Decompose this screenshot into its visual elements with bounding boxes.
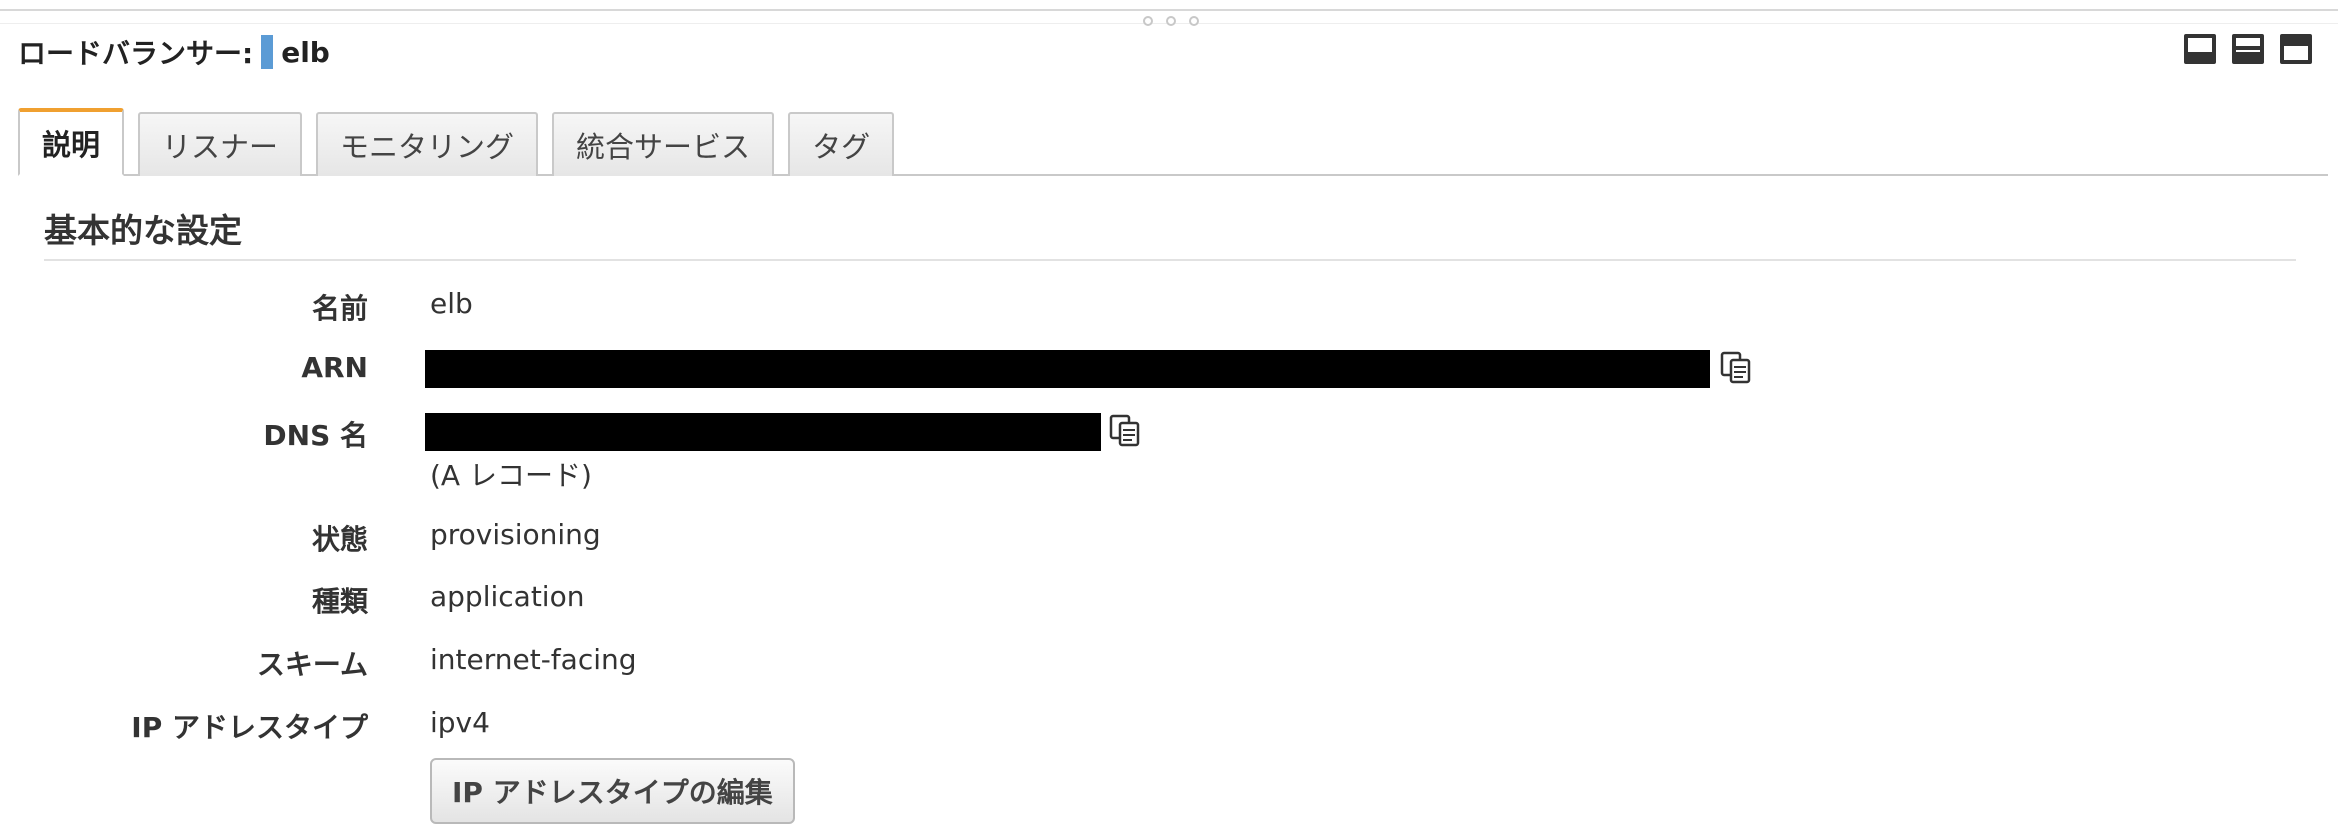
load-balancer-detail-panel: ロードバランサー: elb 説明 リスナー モニタリング 統合サービス タグ 基… [0,0,2338,840]
panel-bottom-icon[interactable] [2184,34,2216,64]
tab-monitoring[interactable]: モニタリング [316,112,539,176]
dns-value-redacted [425,413,1101,451]
panel-split-icon[interactable] [2232,34,2264,64]
tab-description[interactable]: 説明 [18,108,125,176]
state-value: provisioning [430,518,601,551]
edit-ip-address-type-button[interactable]: IP アドレスタイプの編集 [430,758,795,824]
panel-resize-bar[interactable] [0,9,2338,11]
state-label: 状態 [311,523,368,556]
resize-grip-icon[interactable] [1143,16,1199,26]
grip-dot [1143,16,1153,26]
section-title: 基本的な設定 [44,211,242,250]
scheme-label: スキーム [256,648,368,681]
scheme-value: internet-facing [430,643,637,676]
detail-tabs: 説明 リスナー モニタリング 統合サービス タグ [18,108,2328,176]
dns-label: DNS 名 [263,419,368,452]
type-value: application [430,580,585,613]
arn-label: ARN [301,351,368,384]
ip-address-type-value: ipv4 [430,706,490,739]
grip-dot [1189,16,1199,26]
arn-value-redacted [425,350,1710,388]
selection-marker [261,35,274,69]
grip-dot [1166,16,1176,26]
panel-layout-controls [2184,34,2312,64]
tab-integrated-services[interactable]: 統合サービス [552,112,775,176]
panel-top-icon[interactable] [2280,34,2312,64]
tab-tags[interactable]: タグ [788,112,895,176]
copy-dns-icon[interactable] [1108,413,1142,447]
resource-name: elb [281,35,330,69]
ip-address-type-label: IP アドレスタイプ [131,711,368,744]
name-value: elb [430,287,473,320]
resource-type-label: ロードバランサー: [18,37,254,70]
panel-header: ロードバランサー: elb [18,30,330,74]
copy-arn-icon[interactable] [1719,350,1753,384]
section-divider [44,259,2296,261]
tab-listeners[interactable]: リスナー [138,112,303,176]
name-label: 名前 [311,292,368,325]
type-label: 種類 [311,585,368,618]
dns-record-type: (A レコード) [430,459,592,492]
